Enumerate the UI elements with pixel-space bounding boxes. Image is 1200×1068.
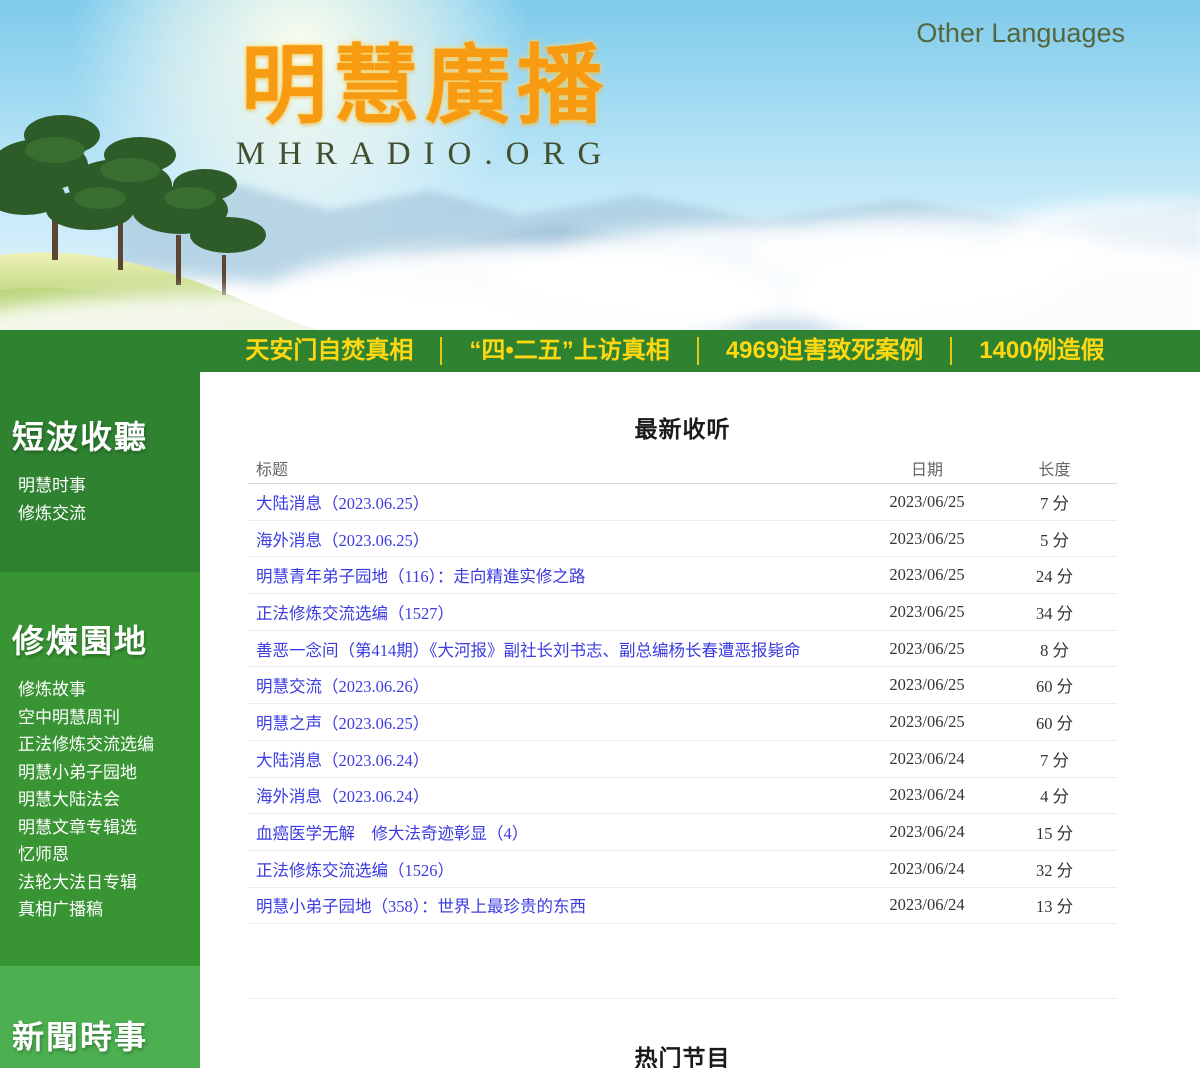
episode-link[interactable]: 大陆消息（2023.06.24）	[256, 751, 429, 770]
episode-link[interactable]: 明慧小弟子园地（358）：世界上最珍贵的东西	[256, 897, 586, 916]
episode-length: 4 分	[992, 783, 1117, 807]
section-divider	[248, 998, 1117, 999]
sidebar-section-shortwave: 短波收聽 明慧时事 修炼交流	[0, 372, 200, 572]
table-row: 海外消息（2023.06.24） 2023/06/24 4 分	[248, 778, 1117, 815]
sidebar-item[interactable]: 修炼故事	[0, 676, 200, 704]
episode-date: 2023/06/24	[862, 859, 992, 879]
episode-length: 32 分	[992, 857, 1117, 881]
episode-length: 7 分	[992, 747, 1117, 771]
topnav-link[interactable]: 天安门自焚真相	[218, 337, 440, 365]
table-row: 明慧之声（2023.06.25） 2023/06/25 60 分	[248, 704, 1117, 741]
sidebar-item[interactable]: 正法修炼交流选编	[0, 731, 200, 759]
table-row: 明慧交流（2023.06.26） 2023/06/25 60 分	[248, 667, 1117, 704]
popular-programs-title: 热门节目	[248, 1039, 1117, 1068]
sidebar-item[interactable]: 法轮大法日专辑	[0, 869, 200, 897]
header-banner: 明慧廣播 MHRADIO.ORG Other Languages	[0, 0, 1200, 330]
episode-link[interactable]: 大陆消息（2023.06.25）	[256, 494, 429, 513]
episode-date: 2023/06/25	[862, 675, 992, 695]
sidebar-section-cultivation: 修煉園地 修炼故事 空中明慧周刊 正法修炼交流选编 明慧小弟子园地 明慧大陆法会…	[0, 572, 200, 966]
topnav-link[interactable]: 4969迫害致死案例	[697, 337, 950, 365]
episode-date: 2023/06/25	[862, 639, 992, 659]
episode-date: 2023/06/24	[862, 749, 992, 769]
top-navigation-bar: 天安门自焚真相 “四•二五”上访真相 4969迫害致死案例 1400例造假	[0, 330, 1200, 372]
topnav-link[interactable]: “四•二五”上访真相	[440, 337, 696, 365]
site-logo-domain: MHRADIO.ORG	[175, 136, 675, 172]
episode-date: 2023/06/25	[862, 602, 992, 622]
episode-link[interactable]: 血癌医学无解 修大法奇迹彰显（4）	[256, 824, 528, 843]
episode-length: 60 分	[992, 710, 1117, 734]
table-row: 正法修炼交流选编（1527） 2023/06/25 34 分	[248, 594, 1117, 631]
sidebar-item[interactable]: 修炼交流	[0, 500, 200, 528]
episode-length: 13 分	[992, 893, 1117, 917]
episode-link[interactable]: 明慧青年弟子园地（116）：走向精進实修之路	[256, 567, 585, 586]
table-row: 大陆消息（2023.06.25） 2023/06/25 7 分	[248, 484, 1117, 521]
other-languages-link[interactable]: Other Languages	[916, 18, 1125, 49]
episode-length: 5 分	[992, 527, 1117, 551]
site-logo-title: 明慧廣播	[175, 38, 675, 134]
episode-link[interactable]: 正法修炼交流选编（1526）	[256, 861, 454, 880]
sidebar-section-news: 新聞時事	[0, 966, 200, 1068]
sidebar-heading-cultivation[interactable]: 修煉園地	[0, 622, 200, 660]
topnav-link[interactable]: 1400例造假	[950, 337, 1131, 365]
site-logo[interactable]: 明慧廣播 MHRADIO.ORG	[175, 38, 675, 172]
sidebar-item[interactable]: 明慧大陆法会	[0, 786, 200, 814]
sidebar: 短波收聽 明慧时事 修炼交流 修煉園地 修炼故事 空中明慧周刊 正法修炼交流选编	[0, 372, 200, 1068]
latest-listening-title: 最新收听	[248, 410, 1117, 444]
table-header-row: 标题 日期 长度	[248, 452, 1117, 484]
episode-link[interactable]: 善恶一念间（第414期）《大河报》副社长刘书志、副总编杨长春遭恶报毙命	[256, 641, 801, 660]
episode-date: 2023/06/25	[862, 712, 992, 732]
episode-length: 15 分	[992, 820, 1117, 844]
episode-date: 2023/06/25	[862, 565, 992, 585]
sidebar-item[interactable]: 空中明慧周刊	[0, 704, 200, 732]
sidebar-item[interactable]: 明慧小弟子园地	[0, 759, 200, 787]
episode-length: 8 分	[992, 637, 1117, 661]
episode-length: 34 分	[992, 600, 1117, 624]
episode-length: 24 分	[992, 563, 1117, 587]
sidebar-item[interactable]: 明慧文章专辑选	[0, 814, 200, 842]
table-row: 善恶一念间（第414期）《大河报》副社长刘书志、副总编杨长春遭恶报毙命 2023…	[248, 631, 1117, 668]
episode-date: 2023/06/24	[862, 785, 992, 805]
episode-link[interactable]: 海外消息（2023.06.25）	[256, 531, 429, 550]
table-row: 血癌医学无解 修大法奇迹彰显（4） 2023/06/24 15 分	[248, 814, 1117, 851]
table-row: 大陆消息（2023.06.24） 2023/06/24 7 分	[248, 741, 1117, 778]
main-content: 最新收听 标题 日期 长度 大陆消息（2023.06.25） 2023/06/2…	[200, 372, 1200, 1068]
column-header-title: 标题	[248, 456, 862, 480]
table-row: 明慧青年弟子园地（116）：走向精進实修之路 2023/06/25 24 分	[248, 557, 1117, 594]
episode-date: 2023/06/25	[862, 492, 992, 512]
episode-date: 2023/06/25	[862, 529, 992, 549]
sidebar-item[interactable]: 真相广播稿	[0, 896, 200, 924]
sidebar-heading-news[interactable]: 新聞時事	[0, 1018, 200, 1056]
episode-length: 60 分	[992, 673, 1117, 697]
table-row: 正法修炼交流选编（1526） 2023/06/24 32 分	[248, 851, 1117, 888]
sidebar-item[interactable]: 明慧时事	[0, 472, 200, 500]
episode-date: 2023/06/24	[862, 895, 992, 915]
column-header-date: 日期	[862, 456, 992, 480]
episode-link[interactable]: 海外消息（2023.06.24）	[256, 787, 429, 806]
table-row: 明慧小弟子园地（358）：世界上最珍贵的东西 2023/06/24 13 分	[248, 888, 1117, 925]
episode-link[interactable]: 明慧交流（2023.06.26）	[256, 677, 429, 696]
column-header-length: 长度	[992, 456, 1117, 480]
episode-length: 7 分	[992, 490, 1117, 514]
sidebar-heading-shortwave[interactable]: 短波收聽	[0, 418, 200, 456]
episode-link[interactable]: 正法修炼交流选编（1527）	[256, 604, 454, 623]
table-row: 海外消息（2023.06.25） 2023/06/25 5 分	[248, 521, 1117, 558]
episode-link[interactable]: 明慧之声（2023.06.25）	[256, 714, 429, 733]
page: 明慧廣播 MHRADIO.ORG Other Languages 天安门自焚真相…	[0, 0, 1200, 1068]
episode-date: 2023/06/24	[862, 822, 992, 842]
sidebar-item[interactable]: 忆师恩	[0, 841, 200, 869]
